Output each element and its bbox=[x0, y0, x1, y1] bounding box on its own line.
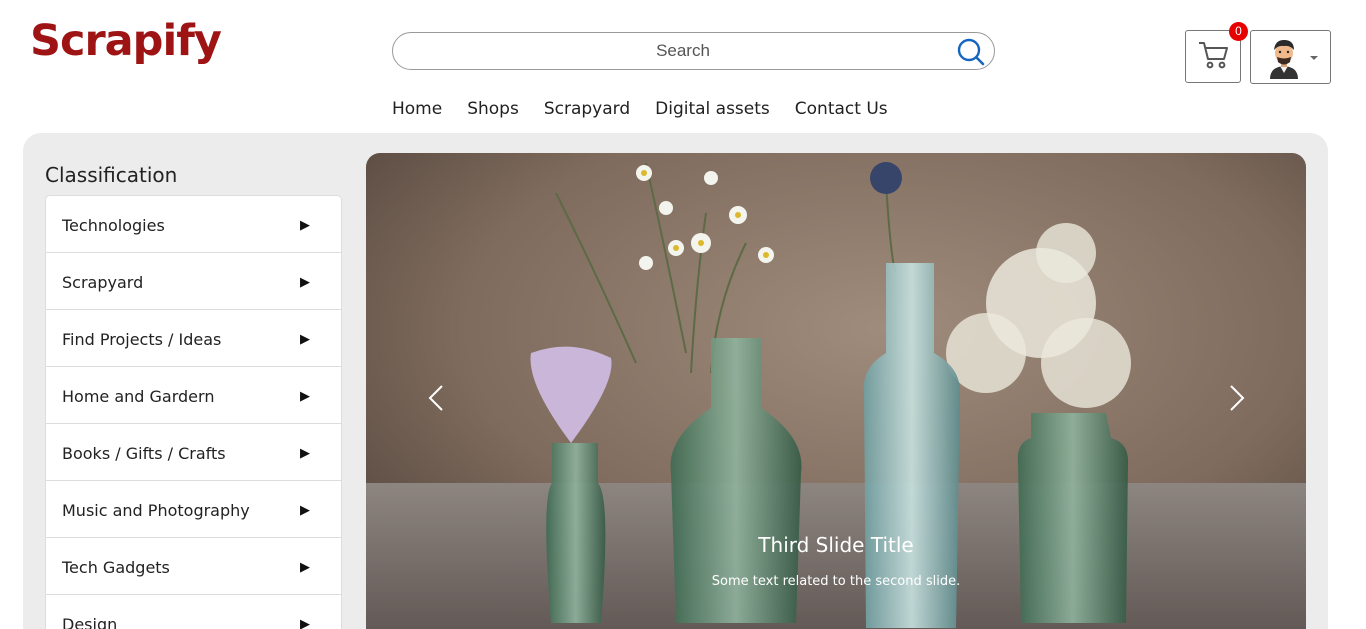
play-arrow-icon: ▶ bbox=[300, 559, 310, 574]
play-arrow-icon: ▶ bbox=[300, 217, 310, 232]
nav-shops[interactable]: Shops bbox=[467, 99, 519, 119]
category-label: Home and Gardern bbox=[62, 387, 215, 406]
category-label: Scrapyard bbox=[62, 273, 144, 292]
play-arrow-icon: ▶ bbox=[300, 502, 310, 517]
site-logo[interactable]: Scrapify bbox=[30, 16, 222, 66]
category-technologies[interactable]: Technologies ▶ bbox=[46, 196, 341, 253]
carousel-caption-text: Some text related to the second slide. bbox=[711, 574, 961, 589]
hero-carousel: Third Slide Title Some text related to t… bbox=[366, 153, 1306, 629]
carousel-prev-button[interactable] bbox=[422, 383, 452, 413]
play-arrow-icon: ▶ bbox=[300, 274, 310, 289]
category-label: Tech Gadgets bbox=[62, 558, 170, 577]
chevron-left-icon bbox=[428, 385, 443, 411]
category-find-projects[interactable]: Find Projects / Ideas ▶ bbox=[46, 310, 341, 367]
category-label: Music and Photography bbox=[62, 501, 250, 520]
search-input[interactable] bbox=[413, 33, 953, 69]
carousel-caption-title: Third Slide Title bbox=[758, 533, 914, 557]
classification-list: Technologies ▶ Scrapyard ▶ Find Projects… bbox=[45, 195, 342, 629]
play-arrow-icon: ▶ bbox=[300, 616, 310, 629]
play-arrow-icon: ▶ bbox=[300, 445, 310, 460]
category-music-photography[interactable]: Music and Photography ▶ bbox=[46, 481, 341, 538]
category-label: Technologies bbox=[62, 216, 165, 235]
nav-digital-assets[interactable]: Digital assets bbox=[655, 99, 770, 119]
avatar bbox=[1270, 40, 1298, 79]
carousel-next-button[interactable] bbox=[1221, 383, 1251, 413]
category-books-gifts[interactable]: Books / Gifts / Crafts ▶ bbox=[46, 424, 341, 481]
cart-count-badge: 0 bbox=[1229, 22, 1248, 41]
nav-contact-us[interactable]: Contact Us bbox=[795, 99, 888, 119]
category-label: Books / Gifts / Crafts bbox=[62, 444, 226, 463]
nav-scrapyard[interactable]: Scrapyard bbox=[544, 99, 630, 119]
chevron-down-icon bbox=[1310, 56, 1318, 60]
category-home-garden[interactable]: Home and Gardern ▶ bbox=[46, 367, 341, 424]
main-nav: Home Shops Scrapyard Digital assets Cont… bbox=[392, 99, 913, 119]
classification-title: Classification bbox=[45, 163, 178, 187]
search-icon[interactable] bbox=[956, 37, 986, 67]
category-design[interactable]: Design ▶ bbox=[46, 595, 341, 629]
chevron-right-icon bbox=[1230, 385, 1245, 411]
play-arrow-icon: ▶ bbox=[300, 331, 310, 346]
category-scrapyard[interactable]: Scrapyard ▶ bbox=[46, 253, 341, 310]
play-arrow-icon: ▶ bbox=[300, 388, 310, 403]
user-menu-button[interactable] bbox=[1250, 30, 1331, 84]
search-bar bbox=[392, 32, 995, 70]
category-label: Find Projects / Ideas bbox=[62, 330, 222, 349]
category-label: Design bbox=[62, 615, 118, 629]
carousel-slide-image bbox=[366, 153, 1306, 629]
nav-home[interactable]: Home bbox=[392, 99, 442, 119]
cart-icon bbox=[1199, 42, 1228, 69]
category-tech-gadgets[interactable]: Tech Gadgets ▶ bbox=[46, 538, 341, 595]
